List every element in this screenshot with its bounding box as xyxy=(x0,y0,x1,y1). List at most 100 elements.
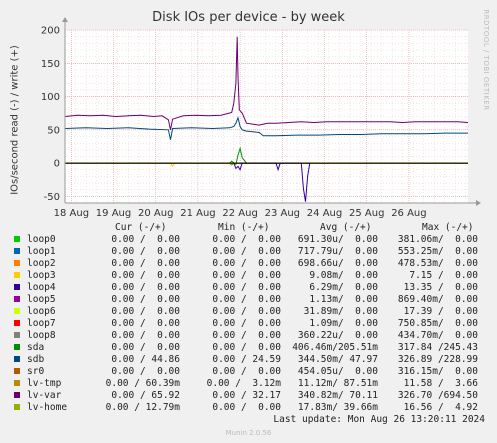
legend-row-loop6: loop6 0.00 / 0.00 0.00 / 0.00 31.89m/ 0.00 1… xyxy=(0,306,497,318)
legend-row-loop0: loop0 0.00 / 0.00 0.00 / 0.00 691.30u/ 0.00… xyxy=(0,234,497,246)
legend-swatch xyxy=(14,284,20,290)
legend-max-value: 478.53m/ 0.00 xyxy=(397,258,478,269)
legend-swatch xyxy=(14,404,20,410)
legend-min-value: 0.00 / 32.17 xyxy=(212,390,281,401)
legend-row-loop1: loop1 0.00 / 0.00 0.00 / 0.00 717.79u/ 0.00… xyxy=(0,246,497,258)
legend-max-value: 17.39 / 0.00 xyxy=(403,306,478,317)
legend-avg-value: 454.05u/ 0.00 xyxy=(297,366,378,377)
legend-label: loop5 xyxy=(27,294,56,305)
x-tick-label: 26 Aug xyxy=(391,208,426,219)
legend-avg-value: 1.13m/ 0.00 xyxy=(309,294,378,305)
legend-cur-value: 0.00 / 0.00 xyxy=(111,342,180,353)
x-tick-label: 23 Aug xyxy=(265,208,300,219)
legend-row-lv-home: lv-home 0.00 / 12.79m 0.00 / 0.00 17.83m/ 3… xyxy=(0,402,497,414)
legend-swatch xyxy=(14,368,20,374)
legend-swatch xyxy=(14,296,20,302)
legend-label: loop2 xyxy=(27,258,56,269)
legend-avg-value: 17.83m/ 39.66m xyxy=(297,402,378,413)
legend-swatch xyxy=(14,344,20,350)
legend-max-value: 7.15 / 0.00 xyxy=(409,270,478,281)
legend-min-value: 0.00 / 0.00 xyxy=(212,342,281,353)
legend-cur-value: 0.00 / 0.00 xyxy=(111,258,180,269)
legend-max-value: 750.85m/ 0.00 xyxy=(397,318,478,329)
legend-label: loop1 xyxy=(27,246,56,257)
legend-row-loop7: loop7 0.00 / 0.00 0.00 / 0.00 1.09m/ 0.00 75… xyxy=(0,318,497,330)
legend-avg-value: 344.50m/ 47.97 xyxy=(297,354,378,365)
legend-min-value: 0.00 / 3.12m xyxy=(206,378,281,389)
legend-max-value: 869.40m/ 0.00 xyxy=(397,294,478,305)
legend-min-value: 0.00 / 0.00 xyxy=(212,246,281,257)
last-update: Last update: Mon Aug 26 13:20:11 2024 xyxy=(273,414,485,425)
legend-label: loop8 xyxy=(27,330,56,341)
legend-max-value: 326.89 /228.99 xyxy=(397,354,478,365)
legend-min-value: 0.00 / 0.00 xyxy=(212,270,281,281)
legend-avg-value: 340.82m/ 70.11 xyxy=(297,390,378,401)
legend-min-value: 0.00 / 0.00 xyxy=(212,330,281,341)
legend-swatch xyxy=(14,260,20,266)
legend-row-loop8: loop8 0.00 / 0.00 0.00 / 0.00 360.22u/ 0.00… xyxy=(0,330,497,342)
legend-max-value: 317.84 /245.43 xyxy=(397,342,478,353)
legend-avg-value: 6.29m/ 0.00 xyxy=(309,282,378,293)
legend-row-sda: sda 0.00 / 0.00 0.00 / 0.00 406.46m/205.51m… xyxy=(0,342,497,354)
legend-cur-value: 0.00 / 0.00 xyxy=(111,306,180,317)
legend-swatch xyxy=(14,332,20,338)
legend-header-min: Min (-/+) xyxy=(218,222,270,233)
legend-cur-value: 0.00 / 0.00 xyxy=(111,294,180,305)
legend-cur-value: 0.00 / 0.00 xyxy=(111,366,180,377)
y-tick-label: 200 xyxy=(41,26,60,37)
legend-avg-value: 406.46m/205.51m xyxy=(292,342,378,353)
legend-header-avg: Avg (-/+) xyxy=(320,222,372,233)
legend-header-row: Cur (-/+) Min (-/+) Avg (-/+) Max (-/+) xyxy=(0,222,497,234)
legend-avg-value: 11.12m/ 87.51m xyxy=(297,378,378,389)
legend-label: sda xyxy=(27,342,45,353)
legend-row-lv-tmp: lv-tmp 0.00 / 60.39m 0.00 / 3.12m 11.12m/ 8… xyxy=(0,378,497,390)
legend-max-value: 16.56 / 4.92 xyxy=(403,402,478,413)
legend-min-value: 0.00 / 0.00 xyxy=(212,234,281,245)
legend-swatch xyxy=(14,248,20,254)
legend-cur-value: 0.00 / 60.39m xyxy=(105,378,180,389)
x-tick-label: 20 Aug xyxy=(138,208,173,219)
legend-max-value: 316.15m/ 0.00 xyxy=(397,366,478,377)
legend-avg-value: 360.22u/ 0.00 xyxy=(297,330,378,341)
legend-max-value: 11.58 / 3.66 xyxy=(403,378,478,389)
legend-label: loop3 xyxy=(27,270,56,281)
legend-swatch xyxy=(14,236,20,242)
legend-min-value: 0.00 / 0.00 xyxy=(212,306,281,317)
legend-min-value: 0.00 / 0.00 xyxy=(212,402,281,413)
legend-avg-value: 691.30u/ 0.00 xyxy=(297,234,378,245)
legend-max-value: 326.70 /694.50 xyxy=(397,390,478,401)
legend-row-sr0: sr0 0.00 / 0.00 0.00 / 0.00 454.05u/ 0.00 31… xyxy=(0,366,497,378)
legend-label: lv-home xyxy=(27,402,68,413)
legend-min-value: 0.00 / 0.00 xyxy=(212,366,281,377)
y-tick-label: 0 xyxy=(54,159,60,170)
legend-min-value: 0.00 / 0.00 xyxy=(212,258,281,269)
legend-cur-value: 0.00 / 0.00 xyxy=(111,282,180,293)
legend-cur-value: 0.00 / 0.00 xyxy=(111,270,180,281)
legend-min-value: 0.00 / 24.59 xyxy=(212,354,281,365)
legend-avg-value: 698.66u/ 0.00 xyxy=(297,258,378,269)
chart-plot: -50 0 50 100 150 200 18 Aug 19 Aug 20 Aug 21 Aug 2… xyxy=(41,17,481,219)
x-tick-label: 18 Aug xyxy=(54,208,89,219)
legend-label: loop4 xyxy=(27,282,56,293)
legend-cur-value: 0.00 / 0.00 xyxy=(111,234,180,245)
legend-cur-value: 0.00 / 0.00 xyxy=(111,330,180,341)
legend-cur-value: 0.00 / 12.79m xyxy=(105,402,180,413)
legend-row-loop3: loop3 0.00 / 0.00 0.00 / 0.00 9.08m/ 0.00 7.… xyxy=(0,270,497,282)
legend-min-value: 0.00 / 0.00 xyxy=(212,318,281,329)
y-tick-label: 50 xyxy=(47,125,60,136)
legend-max-value: 434.70m/ 0.00 xyxy=(397,330,478,341)
x-tick-label: 21 Aug xyxy=(180,208,215,219)
legend-header-cur: Cur (-/+) xyxy=(115,222,167,233)
legend-row-loop5: loop5 0.00 / 0.00 0.00 / 0.00 1.13m/ 0.00 86… xyxy=(0,294,497,306)
x-tick-label: 25 Aug xyxy=(349,208,384,219)
legend-row-lv-var: lv-var 0.00 / 65.92 0.00 / 32.17 340.82m/ 7… xyxy=(0,390,497,402)
legend-avg-value: 1.09m/ 0.00 xyxy=(309,318,378,329)
legend-avg-value: 9.08m/ 0.00 xyxy=(309,270,378,281)
legend-cur-value: 0.00 / 0.00 xyxy=(111,246,180,257)
legend-max-value: 13.35 / 0.00 xyxy=(403,282,478,293)
y-tick-label: 150 xyxy=(41,59,60,70)
munin-version: Munin 2.0.56 xyxy=(225,429,272,437)
legend-label: lv-var xyxy=(27,390,62,401)
legend-label: loop7 xyxy=(27,318,56,329)
legend-label: lv-tmp xyxy=(27,378,62,389)
